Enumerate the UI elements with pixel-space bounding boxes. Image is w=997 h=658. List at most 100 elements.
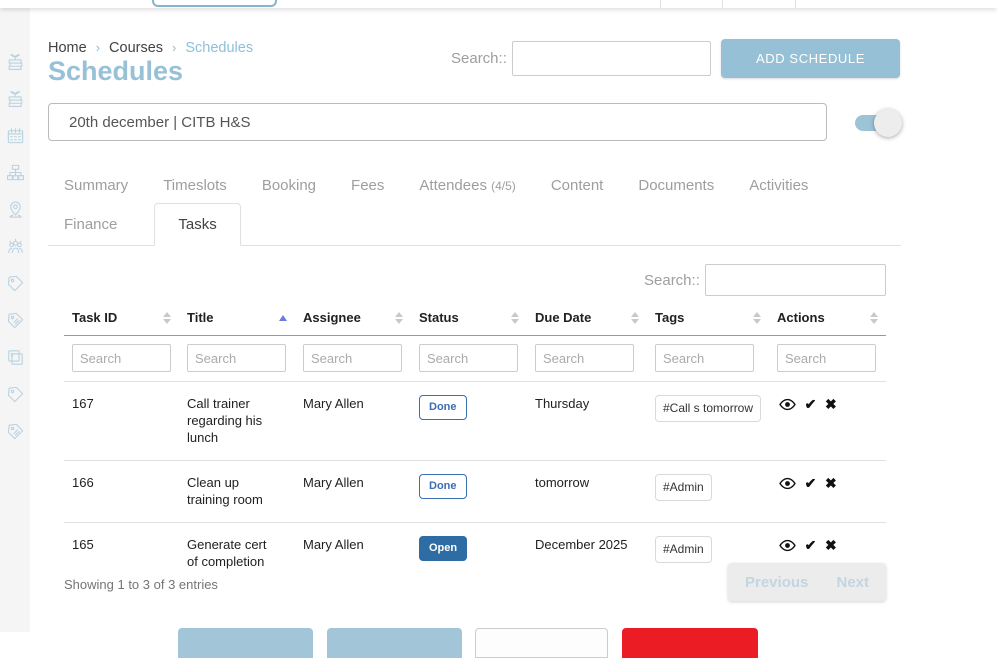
tab-timeslots[interactable]: Timeslots bbox=[163, 177, 227, 194]
tab-fees[interactable]: Fees bbox=[351, 177, 384, 194]
bottom-partial-button-3[interactable] bbox=[475, 628, 608, 658]
sort-icon bbox=[753, 312, 761, 324]
task-title-cell: Clean up training room bbox=[179, 461, 295, 523]
tab-summary[interactable]: Summary bbox=[64, 177, 128, 194]
delete-task-icon[interactable]: ✖ bbox=[825, 537, 837, 554]
sort-icon bbox=[163, 312, 171, 324]
topbar-divider bbox=[722, 0, 723, 8]
column-filter-row bbox=[64, 336, 886, 382]
tab-content[interactable]: Content bbox=[551, 177, 604, 194]
table-row: 166 Clean up training room Mary Allen Do… bbox=[64, 461, 886, 523]
next-page-button[interactable]: Next bbox=[836, 574, 869, 591]
sort-icon bbox=[395, 312, 403, 324]
sort-asc-icon bbox=[279, 315, 287, 321]
task-assignee-cell: Mary Allen bbox=[295, 382, 411, 461]
column-header-tags[interactable]: Tags bbox=[647, 300, 769, 336]
status-badge: Done bbox=[419, 395, 467, 420]
sort-icon bbox=[511, 312, 519, 324]
task-due-cell: tomorrow bbox=[527, 461, 647, 523]
sort-icon bbox=[631, 312, 639, 324]
tasks-search-label: Search:: bbox=[644, 272, 700, 289]
table-row: 167 Call trainer regarding his lunch Mar… bbox=[64, 382, 886, 461]
task-title-cell: Generate cert of completion bbox=[179, 523, 295, 585]
status-badge: Open bbox=[419, 536, 467, 561]
courses-icon[interactable] bbox=[6, 89, 25, 108]
task-due-cell: December 2025 bbox=[527, 523, 647, 585]
calendar-icon[interactable] bbox=[6, 126, 25, 145]
top-partial-outline-button[interactable] bbox=[152, 0, 277, 7]
tag-chip: #Call s tomorrow bbox=[655, 395, 761, 422]
topbar-divider bbox=[660, 0, 661, 8]
column-header-assignee[interactable]: Assignee bbox=[295, 300, 411, 336]
table-entries-summary: Showing 1 to 3 of 3 entries bbox=[64, 577, 218, 592]
tab-documents[interactable]: Documents bbox=[638, 177, 714, 194]
tab-tasks[interactable]: Tasks bbox=[154, 203, 240, 246]
page-title: Schedules bbox=[48, 56, 183, 87]
task-id-cell: 167 bbox=[64, 382, 179, 461]
delete-task-icon[interactable]: ✖ bbox=[825, 396, 837, 413]
location-pin-icon[interactable] bbox=[6, 200, 25, 219]
users-icon[interactable] bbox=[6, 237, 25, 256]
column-header-status[interactable]: Status bbox=[411, 300, 527, 336]
previous-page-button[interactable]: Previous bbox=[745, 574, 808, 591]
schedules-search-label: Search:: bbox=[451, 50, 507, 67]
breadcrumb-separator: › bbox=[172, 40, 176, 55]
copy-icon[interactable] bbox=[6, 348, 25, 367]
topbar-divider bbox=[795, 0, 796, 8]
tab-finance[interactable]: Finance bbox=[64, 216, 117, 245]
filter-status-input[interactable] bbox=[419, 344, 518, 372]
tag-icon[interactable] bbox=[6, 274, 25, 293]
delete-task-icon[interactable]: ✖ bbox=[825, 475, 837, 492]
sitemap-icon[interactable] bbox=[6, 163, 25, 182]
view-task-icon[interactable] bbox=[779, 537, 796, 555]
tag-edit-icon[interactable] bbox=[6, 422, 25, 441]
pagination: Previous Next bbox=[728, 563, 886, 601]
filter-assignee-input[interactable] bbox=[303, 344, 402, 372]
top-navigation-bar bbox=[0, 0, 997, 8]
tag-edit-icon[interactable] bbox=[6, 311, 25, 330]
task-id-cell: 165 bbox=[64, 523, 179, 585]
sort-icon bbox=[870, 312, 878, 324]
filter-task-id-input[interactable] bbox=[72, 344, 171, 372]
courses-icon[interactable] bbox=[6, 52, 25, 71]
breadcrumb-separator: › bbox=[96, 40, 100, 55]
filter-tags-input[interactable] bbox=[655, 344, 754, 372]
breadcrumb: Home›Courses›Schedules bbox=[48, 40, 253, 56]
toggle-knob bbox=[874, 109, 902, 137]
tasks-search-input[interactable] bbox=[705, 264, 886, 296]
schedule-active-toggle[interactable] bbox=[855, 114, 901, 132]
schedule-select-input[interactable] bbox=[48, 103, 827, 141]
status-badge: Done bbox=[419, 474, 467, 499]
tag-chip: #Admin bbox=[655, 536, 712, 563]
bottom-partial-button-4[interactable] bbox=[622, 628, 758, 658]
task-title-cell: Call trainer regarding his lunch bbox=[179, 382, 295, 461]
left-icon-sidebar bbox=[0, 8, 30, 632]
column-header-task-id[interactable]: Task ID bbox=[64, 300, 179, 336]
add-schedule-button[interactable]: ADD SCHEDULE bbox=[721, 39, 900, 78]
tag-icon[interactable] bbox=[6, 385, 25, 404]
schedule-tabs: Summary Timeslots Booking Fees Attendees… bbox=[48, 166, 901, 246]
tag-chip: #Admin bbox=[655, 474, 712, 501]
filter-due-date-input[interactable] bbox=[535, 344, 634, 372]
task-assignee-cell: Mary Allen bbox=[295, 461, 411, 523]
tab-booking[interactable]: Booking bbox=[262, 177, 316, 194]
column-header-due-date[interactable]: Due Date bbox=[527, 300, 647, 336]
filter-title-input[interactable] bbox=[187, 344, 286, 372]
bottom-partial-button-2[interactable] bbox=[327, 628, 462, 658]
bottom-partial-button-1[interactable] bbox=[178, 628, 313, 658]
tab-attendees[interactable]: Attendees (4/5) bbox=[419, 177, 515, 194]
complete-task-icon[interactable]: ✔ bbox=[805, 537, 817, 554]
schedules-search-input[interactable] bbox=[512, 41, 711, 76]
view-task-icon[interactable] bbox=[779, 396, 796, 414]
view-task-icon[interactable] bbox=[779, 475, 796, 493]
breadcrumb-courses[interactable]: Courses bbox=[109, 40, 163, 56]
column-header-title[interactable]: Title bbox=[179, 300, 295, 336]
complete-task-icon[interactable]: ✔ bbox=[805, 396, 817, 413]
column-header-actions[interactable]: Actions bbox=[769, 300, 886, 336]
filter-actions-input[interactable] bbox=[777, 344, 876, 372]
task-assignee-cell: Mary Allen bbox=[295, 523, 411, 585]
breadcrumb-home[interactable]: Home bbox=[48, 40, 87, 56]
attendees-count: (4/5) bbox=[491, 179, 516, 193]
tab-activities[interactable]: Activities bbox=[749, 177, 808, 194]
complete-task-icon[interactable]: ✔ bbox=[805, 475, 817, 492]
